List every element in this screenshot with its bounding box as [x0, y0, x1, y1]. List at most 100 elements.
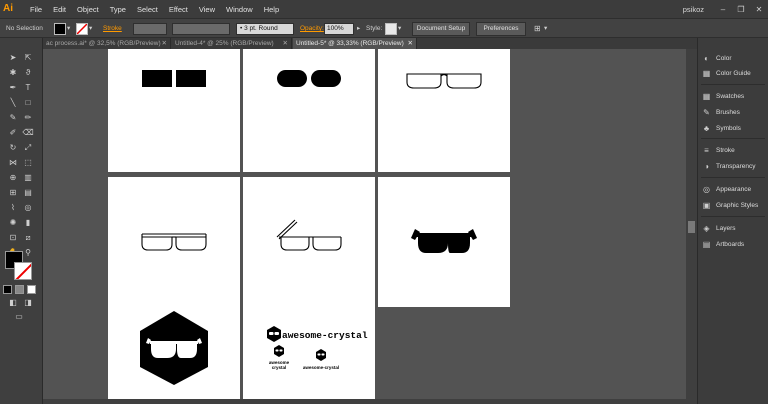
line-tool-icon[interactable]: ╲: [7, 97, 19, 109]
menu-help[interactable]: Help: [264, 5, 279, 14]
menu-window[interactable]: Window: [226, 5, 253, 14]
panel-color[interactable]: ◐ Color: [702, 51, 732, 65]
artboard-tool-icon[interactable]: ⊡: [7, 232, 19, 244]
opacity-field[interactable]: 100%: [324, 23, 354, 35]
brush-profile-field[interactable]: • 3 pt. Round: [236, 23, 294, 35]
lasso-tool-icon[interactable]: ϑ: [22, 67, 34, 79]
preferences-button[interactable]: Preferences: [476, 22, 526, 36]
paintbrush-tool-icon[interactable]: ✎: [7, 112, 19, 124]
tab-close-icon[interactable]: ✕: [162, 38, 167, 49]
graph-tool-icon[interactable]: ▮: [22, 217, 34, 229]
rectangle-tool-icon[interactable]: □: [22, 97, 34, 109]
style-dropdown-icon[interactable]: ▾: [398, 23, 401, 35]
color-mode-icon[interactable]: [3, 285, 12, 294]
eyedropper-tool-icon[interactable]: ⌇: [7, 202, 19, 214]
mesh-tool-icon[interactable]: ⊞: [7, 187, 19, 199]
tab-close-icon[interactable]: ✕: [283, 38, 288, 49]
artboard-3[interactable]: [378, 49, 510, 172]
none-mode-icon[interactable]: [27, 285, 36, 294]
selection-tool-icon[interactable]: ➤: [7, 52, 19, 64]
direct-selection-tool-icon[interactable]: ⇱: [22, 52, 34, 64]
rotate-tool-icon[interactable]: ↻: [7, 142, 19, 154]
color-icon: ◐: [704, 53, 709, 63]
dock-separator: [701, 84, 765, 85]
tab-untitled-4[interactable]: Untitled-4* @ 25% (RGB/Preview) ✕: [172, 38, 292, 49]
horizontal-scrollbar[interactable]: [43, 399, 686, 404]
fill-swatch[interactable]: [54, 23, 66, 35]
panel-color-guide[interactable]: ▦ Color Guide: [702, 66, 751, 80]
pen-tool-icon[interactable]: ✒: [7, 82, 19, 94]
gradient-tool-icon[interactable]: ▤: [22, 187, 34, 199]
scale-tool-icon[interactable]: ⤢: [22, 142, 34, 154]
panel-swatches[interactable]: ▦ Swatches: [702, 89, 744, 103]
arrange-icon[interactable]: ⊞: [534, 23, 541, 35]
restore-icon[interactable]: ❐: [736, 5, 746, 14]
app-logo: Ai: [3, 3, 13, 14]
minimize-icon[interactable]: –: [718, 5, 728, 14]
symbol-sprayer-tool-icon[interactable]: ✺: [7, 217, 19, 229]
panel-graphic-styles[interactable]: ▣ Graphic Styles: [702, 198, 759, 212]
document-setup-button[interactable]: Document Setup: [412, 22, 470, 36]
menu-effect[interactable]: Effect: [169, 5, 188, 14]
menu-view[interactable]: View: [199, 5, 215, 14]
pencil-tool-icon[interactable]: ✏: [22, 112, 34, 124]
panel-artboards[interactable]: ▤ Artboards: [702, 237, 744, 251]
tab-ac-process[interactable]: ac process.ai* @ 32,5% (RGB/Preview) ✕: [43, 38, 171, 49]
appearance-icon: ◎: [703, 184, 710, 194]
opacity-dropdown-icon[interactable]: ▸: [357, 23, 360, 35]
brushes-icon: ✎: [703, 107, 710, 117]
vertical-scroll-thumb[interactable]: [688, 221, 695, 233]
draw-mode-icon[interactable]: ◧: [7, 297, 19, 309]
blob-brush-tool-icon[interactable]: ✐: [7, 127, 19, 139]
artboard-2[interactable]: [243, 49, 375, 172]
eraser-tool-icon[interactable]: ⌫: [22, 127, 34, 139]
opacity-label[interactable]: Opacity:: [300, 23, 324, 35]
menu-edit[interactable]: Edit: [53, 5, 66, 14]
width-tool-icon[interactable]: ⋈: [7, 157, 19, 169]
perspective-grid-tool-icon[interactable]: ▥: [22, 172, 34, 184]
artboard-7[interactable]: [108, 283, 240, 399]
arrange-dropdown-icon[interactable]: ▾: [544, 23, 547, 35]
panel-transparency[interactable]: ◑ Transparency: [702, 159, 755, 173]
stroke-label[interactable]: Stroke: [103, 23, 122, 35]
panel-label: Color: [716, 54, 732, 62]
type-tool-icon[interactable]: T: [22, 82, 34, 94]
stroke-swatch[interactable]: [76, 23, 88, 35]
tab-untitled-5[interactable]: Untitled-5* @ 33,33% (RGB/Preview) ✕: [293, 38, 417, 49]
magic-wand-tool-icon[interactable]: ✱: [7, 67, 19, 79]
screen-mode-icon[interactable]: ▭: [13, 311, 25, 323]
blend-tool-icon[interactable]: ◎: [22, 202, 34, 214]
menu-type[interactable]: Type: [110, 5, 126, 14]
menu-file[interactable]: File: [30, 5, 42, 14]
artboard-1[interactable]: [108, 49, 240, 172]
menu-bar: Ai File Edit Object Type Select Effect V…: [0, 0, 768, 18]
gradient-mode-icon[interactable]: [15, 285, 24, 294]
style-swatch[interactable]: [385, 23, 397, 35]
selection-status: No Selection: [6, 25, 43, 32]
artboard-8[interactable]: awesome-crystal awesome crystal awesome-…: [243, 283, 375, 399]
artboard-6[interactable]: [378, 177, 510, 307]
draw-behind-icon[interactable]: ◨: [22, 297, 34, 309]
fill-dropdown-icon[interactable]: ▾: [67, 23, 70, 35]
close-icon[interactable]: ✕: [754, 5, 764, 14]
menu-object[interactable]: Object: [77, 5, 99, 14]
free-transform-tool-icon[interactable]: ⬚: [22, 157, 34, 169]
zoom-tool-icon[interactable]: ⚲: [22, 247, 34, 259]
variable-width-field[interactable]: [172, 23, 230, 35]
panel-layers[interactable]: ◈ Layers: [702, 221, 735, 235]
stroke-color-box[interactable]: [14, 262, 32, 280]
canvas[interactable]: awesome-crystal awesome crystal awesome-…: [43, 49, 686, 399]
vertical-scrollbar[interactable]: [686, 49, 697, 404]
shape-builder-tool-icon[interactable]: ⊕: [7, 172, 19, 184]
tab-close-icon[interactable]: ✕: [408, 38, 413, 49]
stroke-dropdown-icon[interactable]: ▾: [89, 23, 92, 35]
panel-label: Artboards: [716, 240, 745, 248]
user-name[interactable]: psikoz: [683, 5, 704, 14]
panel-appearance[interactable]: ◎ Appearance: [702, 182, 751, 196]
panel-brushes[interactable]: ✎ Brushes: [702, 105, 740, 119]
panel-stroke[interactable]: ≡ Stroke: [702, 143, 735, 157]
menu-select[interactable]: Select: [137, 5, 158, 14]
stroke-weight-field[interactable]: [133, 23, 167, 35]
panel-symbols[interactable]: ♣ Symbols: [702, 121, 741, 135]
slice-tool-icon[interactable]: ⧄: [22, 232, 34, 244]
